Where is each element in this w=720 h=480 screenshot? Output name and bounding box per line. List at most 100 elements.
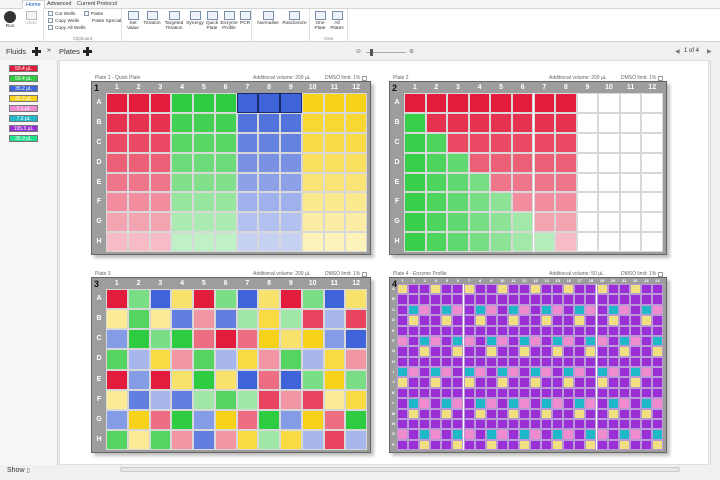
well[interactable] [280, 192, 302, 213]
well[interactable] [641, 152, 663, 173]
well[interactable] [236, 329, 259, 350]
well[interactable] [496, 367, 508, 378]
well[interactable] [301, 112, 324, 133]
well[interactable] [463, 387, 475, 399]
well[interactable] [214, 212, 237, 233]
well[interactable] [530, 367, 542, 378]
well[interactable] [641, 93, 663, 113]
well[interactable] [533, 232, 556, 252]
well[interactable] [574, 408, 586, 419]
well[interactable] [280, 93, 302, 113]
well[interactable] [430, 367, 442, 378]
well[interactable] [629, 335, 641, 347]
well[interactable] [258, 93, 280, 113]
one-plate-button[interactable]: One Plate [312, 11, 328, 31]
well[interactable] [596, 387, 608, 399]
well[interactable] [496, 439, 508, 450]
well[interactable] [301, 369, 324, 390]
well[interactable] [404, 192, 426, 213]
well[interactable] [507, 325, 519, 336]
well[interactable] [563, 408, 575, 419]
well[interactable] [607, 377, 619, 388]
well[interactable] [485, 429, 497, 440]
well[interactable] [468, 112, 491, 133]
well[interactable] [619, 192, 642, 213]
well[interactable] [419, 398, 431, 409]
well[interactable] [607, 284, 619, 295]
well[interactable] [452, 398, 464, 409]
well[interactable] [430, 335, 442, 347]
well[interactable] [507, 439, 519, 450]
well[interactable] [641, 172, 663, 193]
well[interactable] [280, 212, 302, 233]
well[interactable] [214, 93, 237, 113]
well[interactable] [258, 329, 280, 350]
well[interactable] [106, 152, 128, 173]
well[interactable] [214, 172, 237, 193]
well[interactable] [149, 112, 172, 133]
well[interactable] [345, 349, 367, 370]
well[interactable] [555, 112, 577, 133]
well[interactable] [193, 172, 215, 193]
well[interactable] [651, 335, 663, 347]
well[interactable] [640, 335, 652, 347]
well[interactable] [127, 212, 150, 233]
well[interactable] [474, 418, 486, 430]
well[interactable] [468, 132, 491, 153]
well[interactable] [397, 418, 409, 430]
well[interactable] [280, 232, 302, 252]
fluid-swatch[interactable]: 7.1 µL [9, 105, 38, 112]
well[interactable] [425, 112, 448, 133]
well[interactable] [485, 325, 497, 336]
well[interactable] [127, 329, 150, 350]
well[interactable] [430, 398, 442, 409]
well[interactable] [485, 294, 497, 305]
well[interactable] [518, 408, 530, 419]
well[interactable] [490, 212, 512, 233]
well[interactable] [430, 304, 442, 316]
well[interactable] [171, 172, 193, 193]
well[interactable] [419, 439, 431, 450]
well[interactable] [425, 232, 448, 252]
well[interactable] [345, 132, 367, 153]
well[interactable] [511, 112, 534, 133]
well[interactable] [530, 398, 542, 409]
well[interactable] [552, 284, 564, 295]
well[interactable] [441, 356, 453, 367]
well[interactable] [214, 232, 237, 252]
well[interactable] [441, 335, 453, 347]
well[interactable] [106, 389, 128, 410]
well[interactable] [607, 398, 619, 409]
well[interactable] [258, 429, 280, 450]
well[interactable] [618, 429, 630, 440]
well[interactable] [552, 346, 564, 357]
well[interactable] [301, 132, 324, 153]
well[interactable] [596, 325, 608, 336]
well[interactable] [651, 304, 663, 316]
well[interactable] [576, 132, 599, 153]
show-label[interactable]: Show ▯ [7, 467, 30, 474]
well[interactable] [419, 284, 431, 295]
well[interactable] [149, 172, 172, 193]
well[interactable] [541, 367, 553, 378]
well[interactable] [474, 367, 486, 378]
well[interactable] [555, 132, 577, 153]
well[interactable] [452, 335, 464, 347]
well[interactable] [258, 309, 280, 330]
well[interactable] [474, 377, 486, 388]
well[interactable] [301, 409, 324, 430]
well[interactable] [301, 93, 324, 113]
well[interactable] [149, 232, 172, 252]
well[interactable] [651, 429, 663, 440]
well[interactable] [552, 408, 564, 419]
well[interactable] [574, 315, 586, 326]
well[interactable] [574, 325, 586, 336]
well[interactable] [618, 408, 630, 419]
well[interactable] [552, 325, 564, 336]
plate-2[interactable]: 2 1 2 3 4 5 6 7 8 9 10 11 12 A B C D E F G H [389, 81, 667, 255]
well[interactable] [419, 346, 431, 357]
well[interactable] [552, 294, 564, 305]
plate-1[interactable]: 1 1 2 3 4 5 6 7 8 9 10 11 12 A B C D E F G H [91, 81, 371, 255]
well[interactable] [563, 335, 575, 347]
well[interactable] [408, 294, 420, 305]
